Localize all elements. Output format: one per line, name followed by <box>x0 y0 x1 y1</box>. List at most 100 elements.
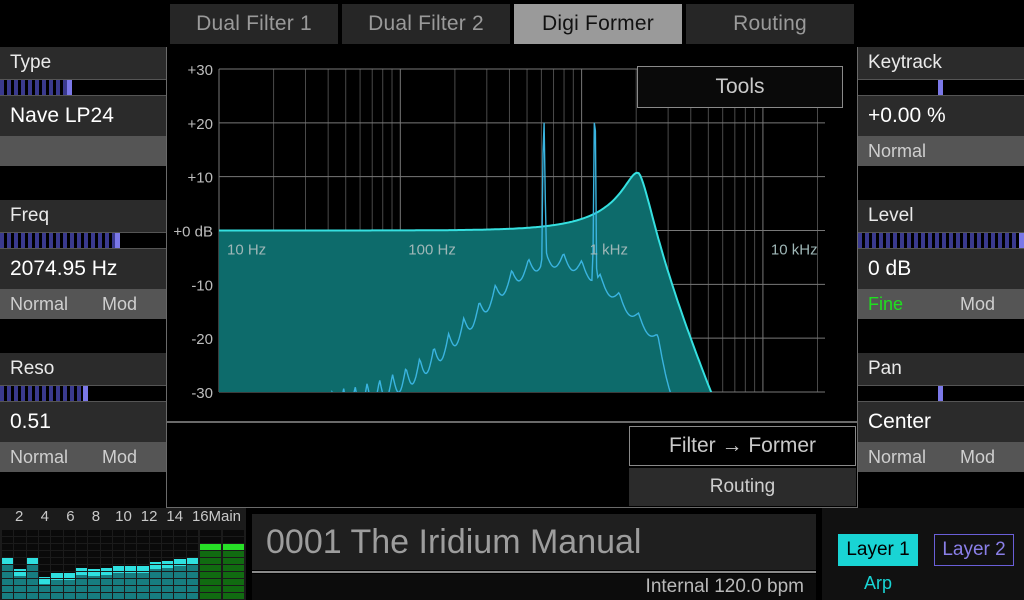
param-value[interactable]: 0 dB <box>858 249 1024 289</box>
meter-bar <box>162 530 174 600</box>
param-mode-primary[interactable]: Normal <box>858 141 960 162</box>
meter-channel-label <box>102 508 115 529</box>
clock-status[interactable]: Internal 120.0 bpm <box>252 574 816 600</box>
tab-digi-former[interactable]: Digi Former <box>513 3 683 45</box>
arp-label[interactable]: Arp <box>838 570 918 596</box>
param-mode-primary[interactable]: Normal <box>0 447 102 468</box>
y-axis-tick-label: -20 <box>191 331 213 348</box>
param-spacer <box>858 166 1024 200</box>
meter-channel-label: 16 <box>191 508 209 525</box>
tab-dual-filter-1[interactable]: Dual Filter 1 <box>169 3 339 45</box>
slider-cursor[interactable] <box>83 386 89 401</box>
main-meter-bar <box>223 530 244 600</box>
meter-grid <box>2 530 14 600</box>
meter-grid <box>112 530 125 600</box>
tab-bar: Dual Filter 1 Dual Filter 2 Digi Former Rou… <box>166 0 858 47</box>
param-modes: Normal Mod <box>0 442 166 472</box>
meter-grid <box>38 530 51 600</box>
param-spacer <box>858 319 1024 353</box>
preset-name[interactable]: 0001 The Iridium Manual <box>252 514 816 570</box>
param-mode-mod[interactable]: Mod <box>960 447 1024 468</box>
meter-grid <box>174 530 186 600</box>
tab-label: Digi Former <box>542 12 654 35</box>
meter-labels: 2 4 6 8 10 12 14 16 Main <box>0 508 246 529</box>
meter-grid <box>63 530 75 600</box>
slider-ticks <box>0 233 166 248</box>
param-value[interactable]: Nave LP24 <box>0 96 166 136</box>
param-title: Keytrack <box>858 47 1024 79</box>
layer-1-button[interactable]: Layer 1 <box>838 534 918 566</box>
y-axis-tick-label: +0 dB <box>173 224 213 241</box>
filter-param-freq: Freq 2074.95 Hz Normal Mod <box>0 200 166 319</box>
meter-channel-label <box>51 508 64 529</box>
meter-bar <box>26 530 38 600</box>
y-axis-tick-label: +20 <box>188 116 213 133</box>
param-spacer <box>0 319 166 353</box>
y-axis-tick-label: -30 <box>191 385 213 402</box>
meter-grid <box>88 530 100 600</box>
param-value[interactable]: 2074.95 Hz <box>0 249 166 289</box>
param-modes: Normal <box>858 136 1024 166</box>
main-meter <box>200 530 244 600</box>
tools-button[interactable]: Tools <box>637 66 843 108</box>
param-mode-mod[interactable]: Mod <box>960 294 1024 315</box>
slider-cursor[interactable] <box>114 233 120 248</box>
param-title: Reso <box>0 353 166 385</box>
param-modes: Normal Mod <box>858 442 1024 472</box>
param-mode-primary[interactable]: Normal <box>0 294 102 315</box>
param-mode-mod[interactable]: Mod <box>102 294 166 315</box>
meter-grid <box>162 530 174 600</box>
param-slider[interactable] <box>0 79 166 96</box>
x-axis-tick-label: 1 kHz <box>590 242 628 259</box>
meter-channel-label: 8 <box>91 508 101 525</box>
param-mode-primary[interactable]: Normal <box>858 447 960 468</box>
output-param-level: Level 0 dB Fine Mod <box>858 200 1024 319</box>
slider-cursor[interactable] <box>1018 233 1024 248</box>
param-title: Freq <box>0 200 166 232</box>
param-value[interactable]: 0.51 <box>0 402 166 442</box>
param-slider[interactable] <box>858 232 1024 249</box>
right-parameter-column: Keytrack +0.00 % Normal Level 0 dB Fine Mod Pan… <box>858 47 1024 508</box>
layer-selector: Layer 1 Layer 2 Arp <box>822 508 1024 600</box>
meter-grid <box>26 530 38 600</box>
meter-bar <box>51 530 63 600</box>
preset-divider <box>252 571 816 573</box>
x-axis-tick-label: 100 Hz <box>408 242 456 259</box>
main-meter-grid <box>223 530 244 600</box>
y-axis-tick-label: +30 <box>188 62 213 79</box>
param-slider[interactable] <box>0 385 166 402</box>
meter-channel-label: 6 <box>66 508 75 525</box>
meter-channel-label <box>179 508 192 529</box>
param-slider[interactable] <box>0 232 166 249</box>
layer-2-button[interactable]: Layer 2 <box>934 534 1014 566</box>
param-slider[interactable] <box>858 79 1024 96</box>
slider-cursor[interactable] <box>938 80 943 95</box>
preset-display[interactable]: 0001 The Iridium Manual Internal 120.0 b… <box>248 508 820 600</box>
meter-main-label: Main <box>208 508 241 525</box>
tab-dual-filter-2[interactable]: Dual Filter 2 <box>341 3 511 45</box>
param-mode-primary[interactable]: Fine <box>858 294 960 315</box>
slider-cursor[interactable] <box>938 386 943 401</box>
meter-grid <box>186 530 198 600</box>
param-value[interactable]: Center <box>858 402 1024 442</box>
param-value[interactable]: +0.00 % <box>858 96 1024 136</box>
tab-routing[interactable]: Routing <box>685 3 855 45</box>
meter-bar <box>14 530 26 600</box>
x-axis-tick-label: 10 Hz <box>227 242 266 259</box>
param-modes <box>0 136 166 166</box>
meter-channel-label <box>128 508 141 529</box>
meter-bar <box>137 530 149 600</box>
tab-label: Dual Filter 2 <box>368 12 484 35</box>
filter-to-former-button[interactable]: Filter → Former <box>629 426 856 466</box>
x-axis-tick-label: 10 kHz <box>771 242 818 259</box>
meter-bar <box>186 530 198 600</box>
meter-bars <box>2 530 198 600</box>
bottom-bar: 2 4 6 8 10 12 14 16 Main 0001 The Iridium Manual… <box>0 508 1024 600</box>
param-mode-mod[interactable]: Mod <box>102 447 166 468</box>
meter-channel-label: 4 <box>40 508 49 525</box>
mixer-meters[interactable]: 2 4 6 8 10 12 14 16 Main <box>0 508 246 600</box>
meter-channel-label: 14 <box>166 508 184 525</box>
routing-panel: Filter → Former Routing <box>166 422 858 508</box>
slider-cursor[interactable] <box>66 80 72 95</box>
param-slider[interactable] <box>858 385 1024 402</box>
